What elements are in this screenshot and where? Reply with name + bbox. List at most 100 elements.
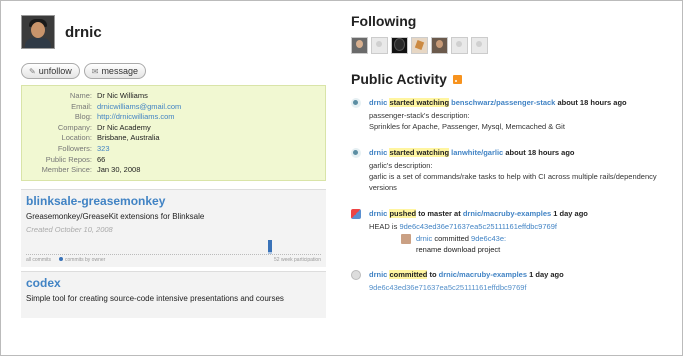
activity-headline: drnic committed to drnic/macruby-example… bbox=[369, 269, 681, 280]
following-avatars bbox=[351, 37, 681, 54]
repo-link[interactable]: benschwarz/passenger-stack bbox=[451, 98, 555, 107]
activity-time: 1 day ago bbox=[553, 209, 588, 218]
vcard-value: Jan 30, 2008 bbox=[97, 165, 141, 175]
activity-item: drnic started watching benschwarz/passen… bbox=[351, 97, 681, 132]
head-sha-link[interactable]: 9de6c43ed36e71637ea5c25111161effdbc9769f bbox=[399, 222, 557, 231]
legend-all-commits: all commits bbox=[26, 256, 52, 263]
vcard-key: Member Since: bbox=[41, 165, 92, 175]
vcard-row-followers: Followers: 323 bbox=[22, 144, 325, 155]
graph-period: 52 week participation bbox=[274, 256, 321, 263]
activity-header: Public Activity bbox=[351, 71, 681, 87]
email-link[interactable]: drnicwilliams@gmail.com bbox=[97, 102, 181, 113]
description-label: garlic's description: bbox=[369, 161, 433, 170]
activity-connector: to master at bbox=[418, 209, 461, 218]
vcard-row-name: Name: Dr Nic Williams bbox=[22, 91, 325, 102]
vcard-row-location: Location: Brisbane, Australia bbox=[22, 133, 325, 144]
user-link[interactable]: drnic bbox=[369, 98, 387, 107]
vcard-row-email: Email: drnicwilliams@gmail.com bbox=[22, 102, 325, 113]
following-avatar[interactable] bbox=[391, 37, 408, 54]
vcard-row-member-since: Member Since: Jan 30, 2008 bbox=[22, 165, 325, 176]
following-avatar[interactable] bbox=[471, 37, 488, 54]
activity-headline: drnic started watching lanwhite/garlic a… bbox=[369, 147, 681, 158]
activity-headline: drnic started watching benschwarz/passen… bbox=[369, 97, 681, 108]
commit-entry: drnic committed 9de6c43e: rename downloa… bbox=[401, 233, 681, 255]
participation-graph: all commits commits by owner 52 week par… bbox=[26, 236, 321, 264]
following-avatar[interactable] bbox=[351, 37, 368, 54]
activity-time: about 18 hours ago bbox=[505, 148, 575, 157]
profile-actions: ✎ unfollow ✉ message bbox=[21, 63, 326, 79]
commit-word: committed bbox=[434, 234, 469, 243]
following-avatar[interactable] bbox=[371, 37, 388, 54]
vcard-key: Blog: bbox=[74, 112, 92, 122]
followers-link[interactable]: 323 bbox=[97, 144, 110, 155]
description-text: Sprinkles for Apache, Passenger, Mysql, … bbox=[369, 122, 565, 131]
commit-sha-link[interactable]: 9de6c43e: bbox=[471, 234, 506, 243]
message-label: message bbox=[101, 66, 138, 76]
vcard-value: 66 bbox=[97, 154, 106, 164]
message-button[interactable]: ✉ message bbox=[83, 63, 146, 79]
vcard: Name: Dr Nic Williams Email: drnicwilliams… bbox=[21, 85, 326, 181]
vcard-row-blog: Blog: http://drnicwilliams.com bbox=[22, 112, 325, 123]
envelope-icon: ✉ bbox=[91, 66, 99, 76]
following-avatar[interactable] bbox=[411, 37, 428, 54]
profile-column: drnic ✎ unfollow ✉ message Name: Dr Nic W… bbox=[21, 15, 326, 318]
repo-created-date: Created October 10, 2008 bbox=[26, 224, 113, 234]
activity-time: 1 day ago bbox=[529, 270, 564, 279]
graph-bar bbox=[268, 251, 272, 254]
following-title: Following bbox=[351, 13, 417, 29]
activity-item: drnic pushed to master at drnic/macruby-… bbox=[351, 208, 681, 255]
user-link[interactable]: drnic bbox=[369, 148, 387, 157]
rss-feed-icon[interactable] bbox=[452, 74, 462, 84]
description-text: garlic is a set of commands/rake tasks t… bbox=[369, 172, 657, 192]
avatar[interactable] bbox=[21, 15, 55, 49]
unfollow-icon: ✎ bbox=[29, 66, 36, 76]
graph-baseline bbox=[26, 253, 321, 255]
repo-link[interactable]: drnic/macruby-examples bbox=[463, 209, 551, 218]
repo-description: Greasemonkey/GreaseKit extensions for Bl… bbox=[26, 211, 205, 221]
commit-sha-link[interactable]: 9de6c43ed36e71637ea5c25111161effdbc9769f bbox=[369, 282, 681, 293]
following-avatar[interactable] bbox=[431, 37, 448, 54]
vcard-key: Name: bbox=[69, 91, 92, 100]
unfollow-label: unfollow bbox=[38, 66, 72, 76]
activity-action: committed bbox=[389, 270, 428, 279]
vcard-key: Email: bbox=[71, 101, 92, 111]
repo-card: blinksale-greasemonkey Greasemonkey/Grea… bbox=[21, 188, 326, 267]
following-avatar[interactable] bbox=[451, 37, 468, 54]
activity-title: Public Activity bbox=[351, 71, 447, 87]
commit-text: drnic committed 9de6c43e: rename downloa… bbox=[416, 233, 506, 255]
activity-connector: to bbox=[429, 270, 437, 279]
vcard-value: Dr Nic Academy bbox=[97, 122, 151, 132]
user-link[interactable]: drnic bbox=[369, 209, 387, 218]
page: drnic ✎ unfollow ✉ message Name: Dr Nic W… bbox=[0, 0, 683, 356]
vcard-key: Public Repos: bbox=[45, 154, 92, 164]
vcard-value: Dr Nic Williams bbox=[97, 91, 148, 100]
push-icon bbox=[351, 209, 361, 219]
user-link[interactable]: drnic bbox=[369, 270, 387, 279]
activity-action: started watching bbox=[389, 148, 450, 157]
repo-name-link[interactable]: codex bbox=[26, 276, 321, 290]
vcard-key: Company: bbox=[57, 122, 92, 132]
repo-link[interactable]: drnic/macruby-examples bbox=[439, 270, 527, 279]
watch-icon bbox=[351, 148, 361, 158]
repo-link[interactable]: lanwhite/garlic bbox=[451, 148, 503, 157]
profile-username: drnic bbox=[65, 23, 102, 41]
unfollow-button[interactable]: ✎ unfollow bbox=[21, 63, 80, 79]
profile-header: drnic bbox=[21, 15, 326, 49]
repo-description: Simple tool for creating source-code int… bbox=[26, 293, 284, 303]
repo-name-link[interactable]: blinksale-greasemonkey bbox=[26, 194, 321, 208]
activity-column: Following Public Activity drnic started … bbox=[351, 13, 681, 293]
activity-details: HEAD is 9de6c43ed36e71637ea5c25111161eff… bbox=[369, 221, 681, 232]
commit-user-link[interactable]: drnic bbox=[416, 234, 432, 243]
blog-link[interactable]: http://drnicwilliams.com bbox=[97, 112, 175, 123]
activity-details: garlic's description: garlic is a set of… bbox=[369, 160, 681, 193]
repo-card: codex Simple tool for creating source-co… bbox=[21, 270, 326, 318]
vcard-row-repos: Public Repos: 66 bbox=[22, 155, 325, 166]
activity-item: drnic started watching lanwhite/garlic a… bbox=[351, 147, 681, 193]
vcard-key: Location: bbox=[61, 133, 92, 143]
vcard-row-company: Company: Dr Nic Academy bbox=[22, 123, 325, 134]
vcard-key: Followers: bbox=[57, 143, 92, 153]
commit-icon bbox=[351, 270, 361, 280]
graph-legend: all commits commits by owner bbox=[26, 257, 105, 263]
watch-icon bbox=[351, 98, 361, 108]
activity-action: started watching bbox=[389, 98, 450, 107]
